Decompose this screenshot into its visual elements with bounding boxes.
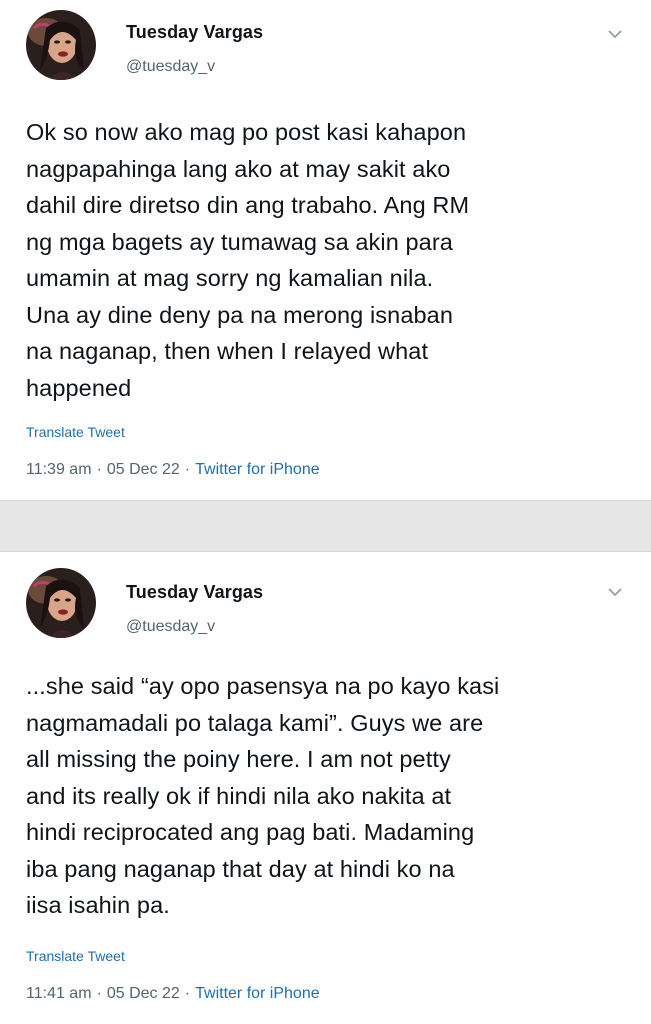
tweet-date[interactable]: 05 Dec 22: [107, 985, 180, 1002]
tweet-time[interactable]: 11:41 am: [26, 985, 92, 1002]
author-name[interactable]: Tuesday Vargas: [126, 22, 263, 43]
tweet-meta: 11:41 am · 05 Dec 22 · Twitter for iPhone: [26, 985, 320, 1003]
meta-separator: ·: [184, 461, 191, 478]
avatar[interactable]: [26, 568, 96, 638]
tweet-divider: [0, 500, 651, 552]
tweet-source[interactable]: Twitter for iPhone: [195, 461, 320, 478]
chevron-down-icon[interactable]: [604, 584, 626, 600]
author-handle[interactable]: @tuesday_v: [126, 58, 215, 76]
tweet-meta: 11:39 am · 05 Dec 22 · Twitter for iPhone: [26, 461, 320, 479]
author-handle[interactable]: @tuesday_v: [126, 618, 215, 636]
tweet-card[interactable]: Tuesday Vargas @tuesday_v ...she said “a…: [0, 552, 651, 1024]
tweet-card[interactable]: Tuesday Vargas @tuesday_v Ok so now ako …: [0, 0, 651, 500]
tweet-text: ...she said “ay opo pasensya na po kayo …: [26, 673, 500, 918]
avatar[interactable]: [26, 10, 96, 80]
tweet-source[interactable]: Twitter for iPhone: [195, 985, 320, 1002]
translate-tweet-link[interactable]: Translate Tweet: [26, 424, 125, 440]
meta-separator: ·: [96, 461, 102, 478]
author-name[interactable]: Tuesday Vargas: [126, 582, 263, 603]
tweet-text: Ok so now ako mag po post kasi kahapon n…: [26, 119, 470, 401]
chevron-down-icon[interactable]: [604, 26, 626, 42]
tweet-date[interactable]: 05 Dec 22: [107, 461, 180, 478]
tweet-time[interactable]: 11:39 am: [26, 461, 92, 478]
meta-separator: ·: [96, 985, 102, 1002]
translate-tweet-link[interactable]: Translate Tweet: [26, 948, 125, 964]
meta-separator: ·: [184, 985, 191, 1002]
